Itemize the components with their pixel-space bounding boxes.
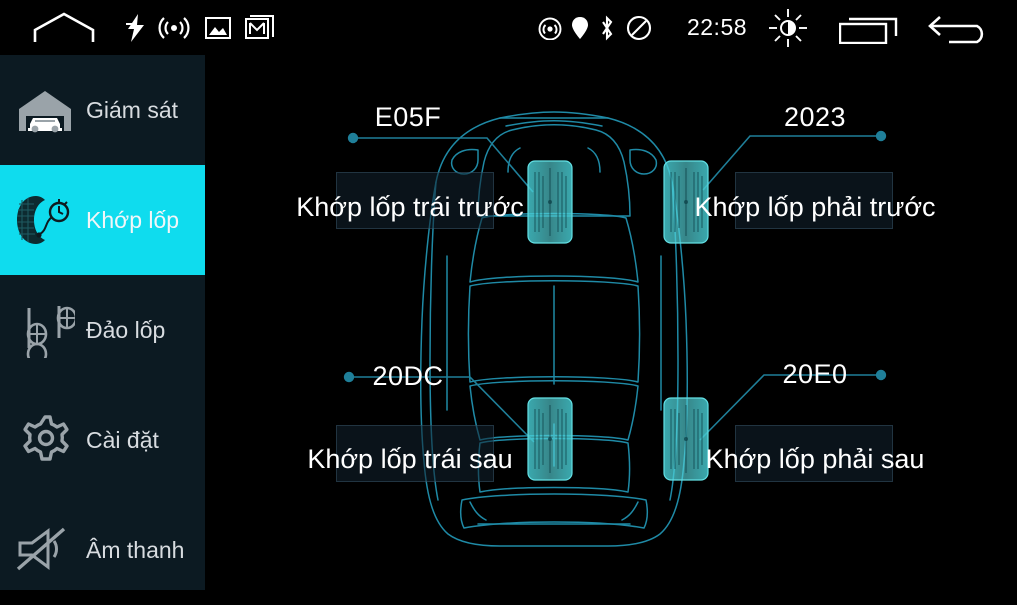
speaker-mute-icon <box>14 519 76 581</box>
sidebar-item-label: Giám sát <box>86 96 179 123</box>
sidebar-item-cai-dat[interactable]: Cài đặt <box>0 385 205 495</box>
sidebar-item-label: Đảo lốp <box>86 316 166 343</box>
status-clock: 22:58 <box>686 14 748 40</box>
tire-rotation-icon <box>14 299 76 361</box>
car-diagram-wrap: E05F 2023 20DC 20E0 Khớp lốp trái trước … <box>205 55 1017 590</box>
tire-id-front-left: E05F <box>374 102 442 132</box>
tire-gauge-icon <box>14 189 76 251</box>
home-icon[interactable] <box>28 0 100 55</box>
tire-name-rear-left[interactable]: Khớp lốp trái sau <box>265 444 555 475</box>
tire-name-front-right[interactable]: Khớp lốp phải trước <box>670 192 960 223</box>
bluetooth-icon[interactable] <box>594 0 620 55</box>
car-diagram <box>343 111 887 547</box>
tire-id-rear-left: 20DC <box>372 361 444 391</box>
sidebar-item-dao-lop[interactable]: Đảo lốp <box>0 275 205 385</box>
recents-icon[interactable] <box>832 0 910 55</box>
hotspot-icon[interactable] <box>534 0 566 55</box>
sidebar-item-label: Âm thanh <box>86 536 185 563</box>
garage-car-icon <box>14 79 76 141</box>
gear-icon <box>14 409 76 471</box>
noentry-icon[interactable] <box>622 0 656 55</box>
broadcast-icon[interactable] <box>154 0 194 55</box>
tire-name-front-left[interactable]: Khớp lốp trái trước <box>265 192 555 223</box>
back-icon[interactable] <box>922 0 1000 55</box>
tire-name-rear-right[interactable]: Khớp lốp phải sau <box>670 444 960 475</box>
mail-icon[interactable] <box>238 0 282 55</box>
gallery-icon[interactable] <box>198 0 238 55</box>
status-bar: 22:58 <box>0 0 1017 55</box>
sidebar-item-khop-lop[interactable]: Khớp lốp <box>0 165 205 275</box>
tire-pairing-view: E05F 2023 20DC 20E0 Khớp lốp trái trước … <box>205 55 1017 590</box>
sidebar-item-label: Khớp lốp <box>86 206 180 233</box>
sidebar-item-am-thanh[interactable]: Âm thanh <box>0 495 205 605</box>
sidebar: Giám sát Khớp lốp Đảo lốp Cài đặt Âm tha… <box>0 55 205 590</box>
brightness-icon[interactable] <box>762 0 814 55</box>
bolt-icon[interactable] <box>118 0 154 55</box>
sidebar-item-label: Cài đặt <box>86 426 159 453</box>
sidebar-item-giam-sat[interactable]: Giám sát <box>0 55 205 165</box>
location-icon[interactable] <box>566 0 594 55</box>
tire-id-front-right: 2023 <box>783 102 847 132</box>
tire-id-rear-right: 20E0 <box>782 359 848 389</box>
